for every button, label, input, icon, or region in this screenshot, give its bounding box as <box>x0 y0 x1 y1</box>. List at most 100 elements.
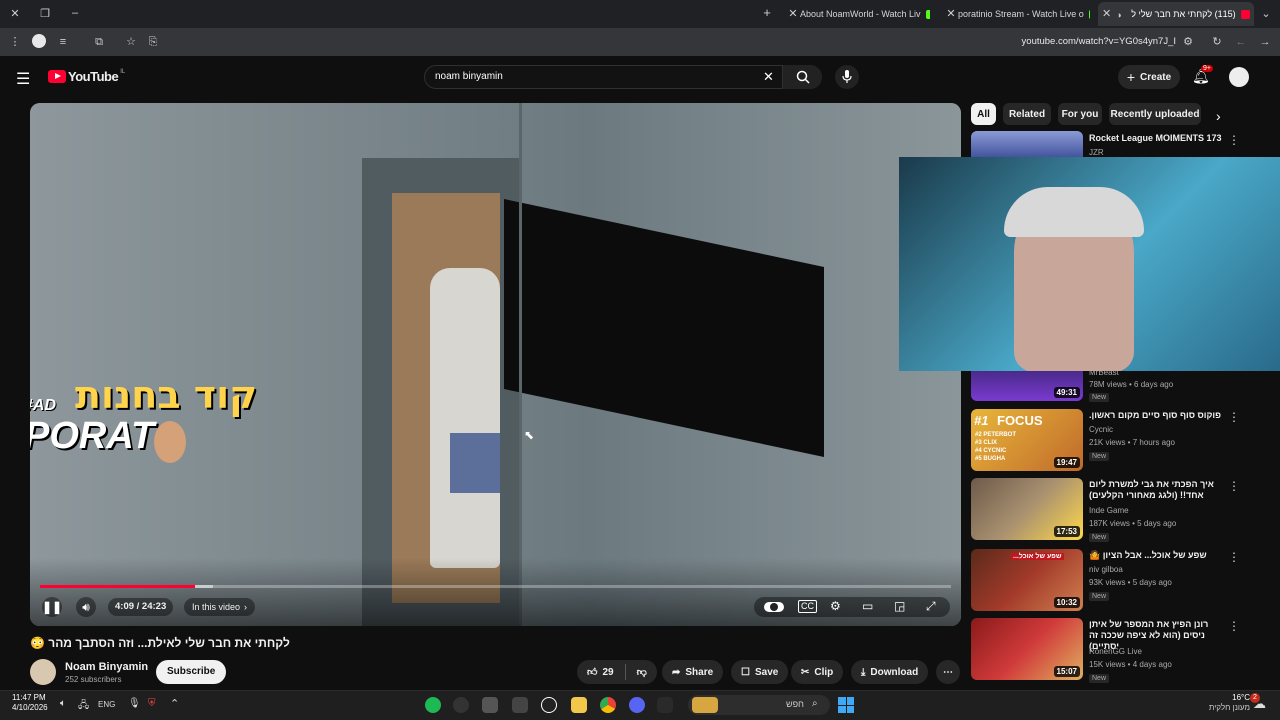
voice-search-button[interactable] <box>835 65 859 89</box>
rec-thumbnail[interactable]: 17:53 <box>971 478 1083 540</box>
clear-search-icon[interactable]: ✕ <box>763 69 774 85</box>
fullscreen-icon[interactable]: ⤢ <box>926 599 936 614</box>
chip-related[interactable]: Related <box>1003 103 1051 125</box>
save-button[interactable]: ☐ Save <box>731 660 789 684</box>
menu-kebab-icon[interactable]: ⋮ <box>8 35 22 49</box>
rec-menu-icon[interactable]: ⋮ <box>1228 133 1240 147</box>
plus-icon: + <box>1126 69 1136 85</box>
extensions-icon[interactable]: ⧉ <box>92 35 106 49</box>
chip-all[interactable]: All <box>971 103 996 125</box>
youtube-logo[interactable]: YouTube IL <box>48 69 125 84</box>
chrome-icon[interactable] <box>600 697 616 713</box>
captions-icon[interactable]: CC <box>798 600 817 613</box>
app-icon[interactable] <box>453 697 469 713</box>
back-icon[interactable]: → <box>1258 35 1272 49</box>
rec-menu-icon[interactable]: ⋮ <box>1228 410 1240 424</box>
app-icon[interactable] <box>482 697 498 713</box>
search-button[interactable] <box>782 65 822 89</box>
rec-title[interactable]: Rocket League MOIMENTS 173 <box>1089 133 1229 144</box>
site-settings-icon[interactable]: ⚙ <box>1181 35 1195 49</box>
weather-widget[interactable]: 16°C מעונן חלקית <box>1200 693 1250 713</box>
bookmark-star-icon[interactable]: ☆ <box>124 35 138 49</box>
more-actions-button[interactable]: ⋯ <box>936 660 960 684</box>
reload-icon[interactable]: ↻ <box>1210 35 1224 49</box>
taskbar-search[interactable]: חפש ⌕ <box>688 695 830 715</box>
progress-bar[interactable] <box>40 585 951 588</box>
rec-thumbnail[interactable]: #1 FOCUS #2 PETERBOT #3 CLIX #4 CYCNIC #5 B… <box>971 409 1083 471</box>
chip-recently-uploaded[interactable]: Recently uploaded <box>1109 103 1201 125</box>
notifications-button[interactable]: 🔔︎ 9+ <box>1192 65 1213 86</box>
tab-close-icon[interactable]: ✕ <box>786 7 800 21</box>
app-icon[interactable] <box>512 697 528 713</box>
miniplayer-icon[interactable]: ▭ <box>862 599 873 613</box>
rec-channel[interactable]: JZR <box>1089 148 1104 157</box>
windows-start-icon[interactable] <box>838 697 854 713</box>
rec-thumbnail[interactable]: שפע של אוכל... 10:32 <box>971 549 1083 611</box>
terminal-icon[interactable] <box>657 697 673 713</box>
clip-button[interactable]: ✂ Clip <box>791 660 844 684</box>
shield-tray-icon[interactable]: ⛨ <box>148 698 156 709</box>
tab-close-icon[interactable]: ✕ <box>944 7 958 21</box>
tab-poratinio[interactable]: poratinio Stream - Watch Live o <box>958 2 1090 26</box>
rec-channel[interactable]: niv gilboa <box>1089 565 1123 574</box>
more-horizontal-icon: ⋯ <box>943 666 953 678</box>
minimize-window-icon[interactable]: – <box>68 6 82 20</box>
pause-button[interactable]: ❚❚ <box>42 597 62 617</box>
rec-menu-icon[interactable]: ⋮ <box>1228 550 1240 564</box>
rec-title[interactable]: שפע של אוכל... אבל הציון 🤷 <box>1089 550 1229 561</box>
discord-icon[interactable] <box>629 697 645 713</box>
tab-noamworld[interactable]: About NoamWorld - Watch Liv <box>800 2 930 26</box>
rec-channel[interactable]: Inde Game <box>1089 506 1129 515</box>
rec-channel[interactable]: Cycnic <box>1089 425 1113 434</box>
autoplay-toggle[interactable] <box>764 602 784 612</box>
reading-list-icon[interactable]: ≡ <box>56 35 70 49</box>
rec-menu-icon[interactable]: ⋮ <box>1228 479 1240 493</box>
rec-thumbnail[interactable]: 49:31 <box>971 371 1083 401</box>
chapters-button[interactable]: In this video › <box>184 598 256 616</box>
restore-window-icon[interactable]: ❐ <box>38 7 52 21</box>
tab-youtube-active[interactable]: ✕ ◑ (115) לקחתי את חבר שלי ל <box>1098 2 1254 26</box>
rec-title[interactable]: איך הפכתי את גבי למשרת ליום אחד!! (ולגג … <box>1089 479 1229 501</box>
like-button[interactable]: 👍︎ 29 👎︎ <box>577 660 657 684</box>
tab-close-icon[interactable]: ✕ <box>1102 7 1111 21</box>
volume-button[interactable]: 🔊︎ <box>76 597 96 617</box>
spotify-icon[interactable] <box>425 697 441 713</box>
chips-next-icon[interactable]: › <box>1216 108 1221 124</box>
share-page-icon[interactable]: ⎘ <box>146 35 160 49</box>
profile-avatar[interactable] <box>32 34 46 48</box>
user-avatar[interactable] <box>1229 67 1249 87</box>
download-button[interactable]: ⤓ Download <box>851 660 929 684</box>
new-tab-icon[interactable]: + <box>760 6 774 20</box>
share-button[interactable]: ➦ Share <box>662 660 724 684</box>
cast-icon[interactable]: ◲ <box>894 599 905 613</box>
file-explorer-icon[interactable] <box>571 697 587 713</box>
speaker-icon[interactable]: 🔈︎ <box>60 698 66 709</box>
close-window-icon[interactable]: ✕ <box>8 7 22 21</box>
language-indicator[interactable]: ENG <box>98 700 115 709</box>
rec-channel[interactable]: RonenGG Live <box>1089 647 1142 656</box>
clip-label: Clip <box>814 666 834 678</box>
tab-search-icon[interactable]: ⌄ <box>1259 7 1273 21</box>
subscribe-button[interactable]: Subscribe <box>156 660 227 684</box>
chip-for-you[interactable]: For you <box>1058 103 1102 125</box>
tray-chevron-up-icon[interactable]: ⌃ <box>170 697 179 710</box>
app-icon[interactable] <box>541 697 557 713</box>
network-icon[interactable]: 🖧︎ <box>78 698 89 715</box>
hamburger-menu-icon[interactable]: ☰ <box>16 69 30 89</box>
thumbs-down-icon[interactable]: 👎︎ <box>637 666 647 678</box>
clock[interactable]: 11:47 PM 4/10/2026 <box>12 693 48 713</box>
rec-thumbnail[interactable]: 15:07 <box>971 618 1083 680</box>
search-input[interactable]: noam binyamin <box>435 71 503 82</box>
settings-gear-icon[interactable]: ⚙ <box>830 599 841 613</box>
channel-name[interactable]: Noam Binyamin <box>65 661 148 673</box>
url-text[interactable]: youtube.com/watch?v=YG0s4yn7J_I <box>1000 36 1176 47</box>
rec-thumbnail[interactable] <box>971 131 1083 159</box>
forward-icon[interactable]: ← <box>1234 35 1248 49</box>
video-player[interactable]: קוד בחנות PORAT #AD ⬉ ❚❚ 🔊︎ 4:09 / 24:23… <box>30 103 961 626</box>
channel-avatar[interactable] <box>30 659 56 685</box>
mic-tray-icon[interactable]: 🎙︎ <box>128 698 141 709</box>
search-box[interactable]: noam binyamin ✕ <box>424 65 822 89</box>
rec-title[interactable]: פוקוס סוף סוף סיים מקום ראשון. <box>1089 410 1229 421</box>
create-button[interactable]: + Create <box>1118 65 1180 89</box>
rec-menu-icon[interactable]: ⋮ <box>1228 619 1240 633</box>
